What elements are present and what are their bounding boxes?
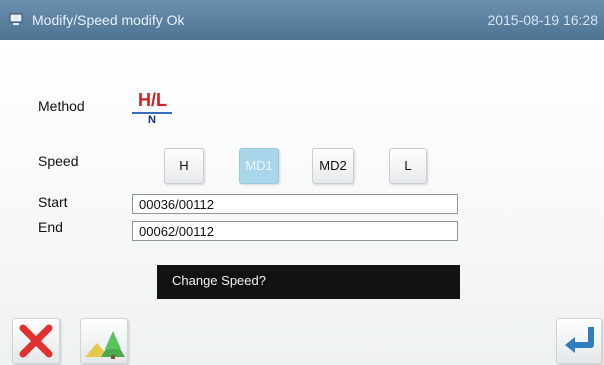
- main-panel: Method H/L N Speed H MD1 MD2 L Start 000…: [0, 40, 604, 365]
- speed-h-button[interactable]: H: [164, 148, 204, 184]
- speed-md2-button[interactable]: MD2: [312, 148, 354, 184]
- method-icon-top-text: H/L: [138, 90, 167, 110]
- speed-l-button[interactable]: L: [389, 148, 427, 184]
- speed-md1-button[interactable]: MD1: [239, 148, 279, 184]
- end-field[interactable]: 00062/00112: [132, 221, 458, 241]
- method-label: Method: [38, 98, 85, 114]
- pattern-button[interactable]: [80, 318, 128, 364]
- window-title: Modify/Speed modify Ok: [32, 12, 185, 28]
- confirm-dialog: Change Speed?: [157, 265, 460, 299]
- hl-method-icon[interactable]: H/L N: [130, 90, 176, 132]
- cancel-button[interactable]: [12, 318, 60, 364]
- datetime-display: 2015-08-19 16:28: [487, 12, 598, 28]
- start-label: Start: [38, 194, 68, 210]
- computer-icon: [9, 13, 23, 25]
- enter-arrow-icon: [565, 327, 594, 353]
- tree-icon: [85, 331, 125, 359]
- method-icon-bottom-text: N: [148, 114, 156, 126]
- red-x-icon: [19, 324, 53, 358]
- start-field[interactable]: 00036/00112: [132, 194, 458, 214]
- dialog-message: Change Speed?: [172, 273, 266, 288]
- end-label: End: [38, 219, 63, 235]
- title-bar: Modify/Speed modify Ok 2015-08-19 16:28: [0, 0, 604, 40]
- enter-button[interactable]: [556, 318, 602, 364]
- speed-label: Speed: [38, 153, 79, 169]
